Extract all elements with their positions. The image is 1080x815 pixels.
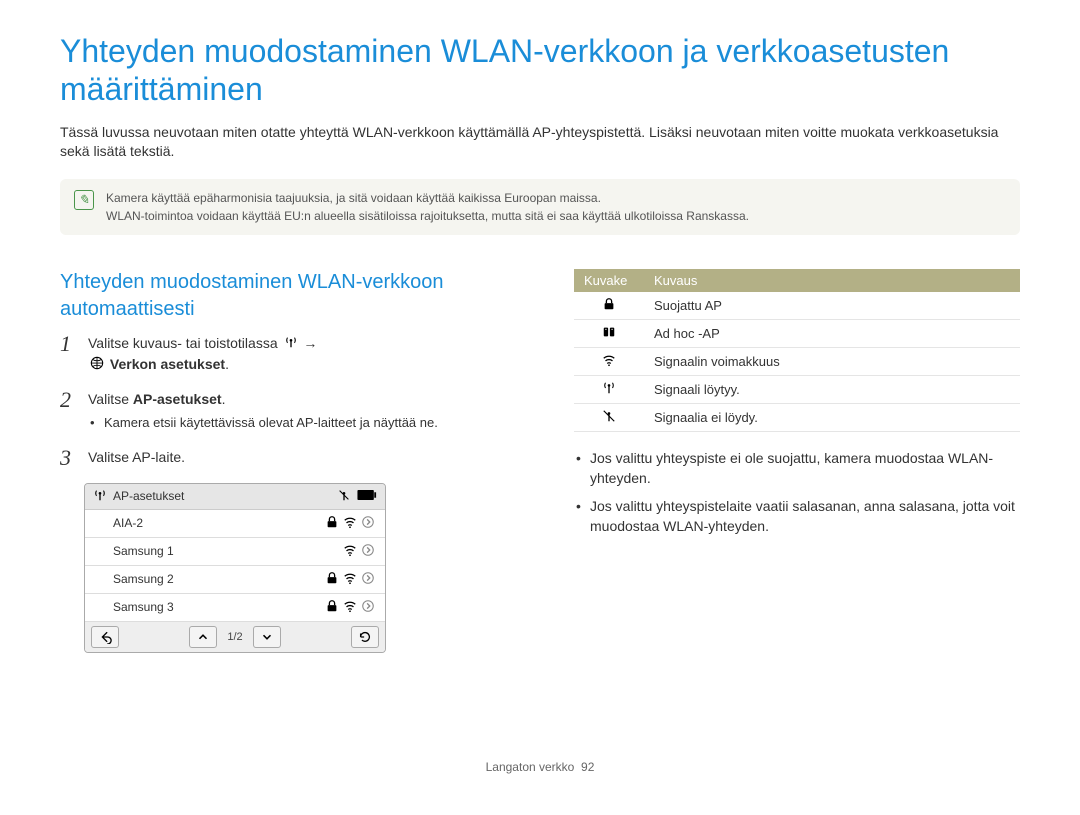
ap-name: AIA-2 (113, 516, 319, 530)
step1-text-c: Verkon asetukset (110, 356, 225, 372)
lock-icon (325, 571, 339, 588)
battery-icon (357, 489, 377, 504)
section-subhead: Yhteyden muodostaminen WLAN-verkkoon aut… (60, 269, 506, 323)
chevron-right-icon (361, 515, 375, 532)
step2-subnote: Kamera etsii käytettävissä olevat AP-lai… (88, 414, 438, 433)
wifi-icon (343, 599, 357, 616)
wifi-icon (343, 543, 357, 560)
lock-icon (602, 299, 616, 314)
step2-text-a: Valitse (88, 391, 133, 407)
bullet-item: Jos valittu yhteyspistelaite vaatii sala… (574, 496, 1020, 537)
antenna-icon (93, 488, 107, 505)
wifi-icon (343, 515, 357, 532)
note-line-2: WLAN-toimintoa voidaan käyttää EU:n alue… (106, 207, 749, 225)
adhoc-icon (602, 327, 616, 342)
step-number-1: 1 (60, 333, 78, 355)
ap-list-title: AP-asetukset (113, 489, 184, 503)
table-row: Suojattu AP (574, 292, 1020, 320)
antenna-icon (602, 383, 616, 398)
ap-name: Samsung 3 (113, 600, 319, 614)
chevron-right-icon (361, 599, 375, 616)
page-down-button[interactable] (253, 626, 281, 648)
table-row: Ad hoc -AP (574, 319, 1020, 347)
refresh-button[interactable] (351, 626, 379, 648)
list-item: Samsung 3 (85, 594, 385, 622)
note-icon: ✎ (74, 190, 94, 210)
antenna-icon (284, 334, 298, 354)
note-line-1: Kamera käyttää epäharmonisia taajuuksia,… (106, 189, 749, 207)
icon-desc: Signaalin voimakkuus (644, 347, 1020, 375)
table-row: Signaali löytyy. (574, 375, 1020, 403)
wifi-icon (602, 355, 616, 370)
step1-text-d: . (225, 356, 229, 372)
page-indicator: 1/2 (223, 631, 246, 643)
step-number-2: 2 (60, 389, 78, 411)
icon-desc: Suojattu AP (644, 292, 1020, 320)
table-row: Signaalin voimakkuus (574, 347, 1020, 375)
list-item: AIA-2 (85, 510, 385, 538)
lock-icon (325, 515, 339, 532)
antenna-off-icon (602, 411, 616, 426)
back-button[interactable] (91, 626, 119, 648)
table-header-icon: Kuvake (574, 269, 644, 292)
icon-desc: Ad hoc -AP (644, 319, 1020, 347)
chevron-right-icon (361, 571, 375, 588)
ap-name: Samsung 2 (113, 572, 319, 586)
lock-icon (325, 599, 339, 616)
footer-section: Langaton verkko (486, 760, 575, 774)
ap-name: Samsung 1 (113, 544, 337, 558)
step1-arrow: → (303, 335, 317, 351)
step1-text-a: Valitse kuvaus- tai toistotilassa (88, 335, 282, 351)
icon-desc: Signaalia ei löydy. (644, 403, 1020, 431)
table-header-desc: Kuvaus (644, 269, 1020, 292)
chevron-right-icon (361, 543, 375, 560)
footer-page-number: 92 (581, 760, 594, 774)
wifi-icon (343, 571, 357, 588)
step3-text: Valitse AP-laite. (88, 449, 185, 465)
bullet-item: Jos valittu yhteyspiste ei ole suojattu,… (574, 448, 1020, 489)
page-footer: Langaton verkko 92 (0, 760, 1080, 774)
globe-icon (90, 355, 104, 375)
list-item: Samsung 2 (85, 566, 385, 594)
icon-desc: Signaali löytyy. (644, 375, 1020, 403)
step2-text-c: . (222, 391, 226, 407)
antenna-off-icon (337, 488, 351, 505)
list-item: Samsung 1 (85, 538, 385, 566)
table-row: Signaalia ei löydy. (574, 403, 1020, 431)
step-number-3: 3 (60, 447, 78, 469)
page-title: Yhteyden muodostaminen WLAN-verkkoon ja … (60, 32, 1020, 109)
step2-text-b: AP-asetukset (133, 391, 222, 407)
note-box: ✎ Kamera käyttää epäharmonisia taajuuksi… (60, 179, 1020, 235)
intro-paragraph: Tässä luvussa neuvotaan miten otatte yht… (60, 123, 1020, 161)
icon-legend-table: Kuvake Kuvaus Suojattu AP Ad hoc -AP Sig… (574, 269, 1020, 432)
ap-list-screenshot: AP-asetukset AIA-2 (84, 483, 386, 653)
page-up-button[interactable] (189, 626, 217, 648)
